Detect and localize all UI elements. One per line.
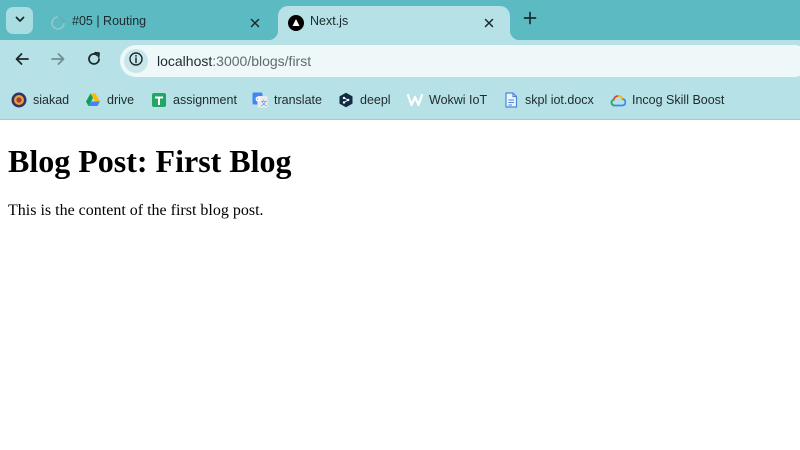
tab-strip: #05 | Routing Next.js [0, 0, 800, 40]
bookmark-deepl[interactable]: deepl [338, 91, 391, 109]
forward-button[interactable] [46, 49, 70, 73]
bookmarks-bar: siakad drive assignment G文 translate dee… [0, 80, 800, 120]
google-translate-icon: G文 [252, 92, 268, 108]
info-icon [129, 51, 143, 71]
bookmark-assignment[interactable]: assignment [151, 91, 237, 109]
bookmark-label: skpl iot.docx [525, 93, 594, 107]
bookmark-drive[interactable]: drive [85, 91, 134, 109]
nextjs-triangle-icon [288, 15, 304, 31]
url-path: :3000/blogs/first [212, 53, 312, 69]
back-button[interactable] [10, 49, 34, 73]
document-icon [503, 92, 519, 108]
wokwi-icon [407, 92, 423, 108]
tab-title: Next.js [310, 14, 349, 28]
tab-title: #05 | Routing [72, 14, 147, 28]
tab-routing[interactable]: #05 | Routing [40, 6, 276, 40]
bookmark-label: assignment [173, 93, 237, 107]
bookmark-wokwi[interactable]: Wokwi IoT [407, 91, 487, 109]
site-info-button[interactable] [124, 49, 148, 73]
close-icon[interactable] [246, 14, 264, 32]
page-body-text: This is the content of the first blog po… [8, 202, 264, 219]
address-bar[interactable]: localhost:3000/blogs/first [120, 45, 800, 77]
siakad-crest-icon [11, 92, 27, 108]
close-icon[interactable] [480, 14, 498, 32]
page-content: Blog Post: First Blog This is the conten… [0, 121, 800, 450]
bookmark-translate[interactable]: G文 translate [252, 91, 322, 109]
browser-toolbar: localhost:3000/blogs/first [0, 40, 800, 80]
url-text: localhost:3000/blogs/first [157, 53, 311, 69]
url-host: localhost [157, 53, 213, 69]
bookmark-siakad[interactable]: siakad [11, 91, 69, 109]
google-drive-icon [85, 92, 101, 108]
new-tab-button[interactable] [519, 9, 541, 31]
bookmark-label: translate [274, 93, 322, 107]
bookmark-label: deepl [360, 93, 391, 107]
page-title: Blog Post: First Blog [8, 143, 292, 179]
chevron-down-icon [14, 12, 26, 30]
google-sheets-icon [151, 92, 167, 108]
google-cloud-icon [610, 92, 626, 108]
svg-text:文: 文 [261, 98, 268, 107]
arrow-right-icon [50, 51, 66, 72]
reload-button[interactable] [82, 49, 106, 73]
arrow-left-icon [14, 51, 30, 72]
tab-search-button[interactable] [6, 7, 33, 34]
reload-icon [86, 51, 102, 72]
tab-nextjs[interactable]: Next.js [268, 6, 520, 40]
bookmark-label: drive [107, 93, 135, 107]
plus-icon [523, 11, 537, 30]
bookmark-skpl-doc[interactable]: skpl iot.docx [503, 91, 594, 109]
globe-loading-icon [50, 15, 66, 31]
bookmark-incog-skill-boost[interactable]: Incog Skill Boost [610, 91, 724, 109]
deepl-icon [338, 92, 354, 108]
bookmark-label: siakad [33, 93, 70, 107]
bookmark-label: Incog Skill Boost [632, 93, 725, 107]
bookmark-label: Wokwi IoT [429, 93, 488, 107]
